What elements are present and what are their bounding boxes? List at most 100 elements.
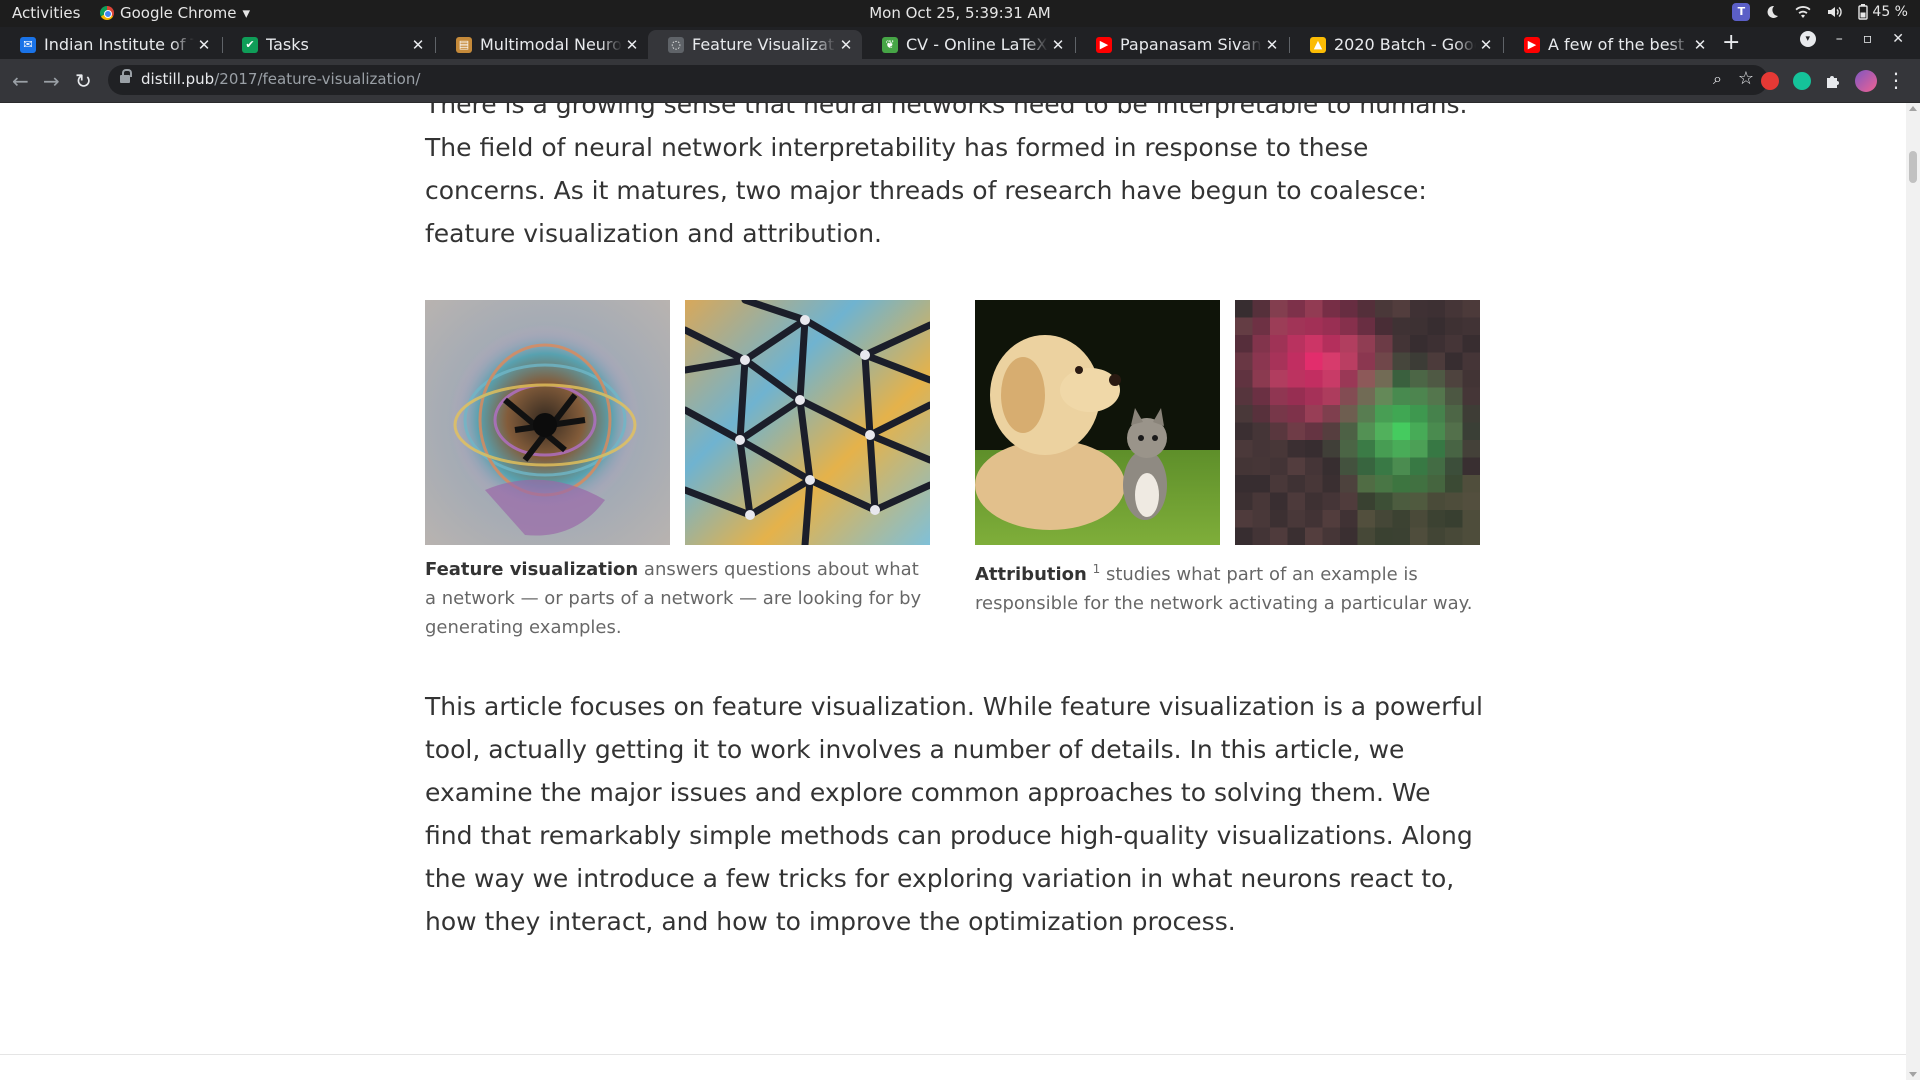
heatmap-cell [1427, 475, 1446, 493]
intro-paragraph: There is a growing sense that neural net… [425, 103, 1468, 248]
heatmap-cell [1357, 440, 1376, 458]
system-tray[interactable]: T 45 % [1732, 3, 1908, 21]
heatmap-cell [1375, 457, 1393, 476]
teams-icon[interactable]: T [1732, 3, 1751, 21]
tab-best-moments[interactable]: ▶ A few of the best moments ✕ [1504, 30, 1716, 59]
tab-strip: ✉ Indian Institute of Technology ✕ ✔ Tas… [0, 27, 1920, 59]
tab-multimodal-neurons[interactable]: ▤ Multimodal Neurons in Artificial Neura… [436, 30, 648, 59]
scrollbar-thumb[interactable] [1909, 151, 1917, 183]
heatmap-cell [1445, 457, 1463, 476]
close-window-button[interactable]: ✕ [1892, 31, 1904, 47]
heatmap-cell [1322, 352, 1341, 371]
feature-visualization-image-1 [425, 300, 670, 545]
back-button[interactable]: ← [12, 69, 29, 93]
heatmap-cell [1322, 387, 1341, 406]
heatmap-cell [1357, 492, 1376, 511]
heatmap-cell [1357, 300, 1376, 318]
close-icon[interactable]: ✕ [1690, 36, 1710, 54]
heatmap-cell [1287, 300, 1306, 318]
heatmap-cell [1340, 300, 1358, 318]
heatmap-cell [1287, 370, 1306, 388]
heatmap-cell [1427, 422, 1446, 441]
heatmap-cell [1357, 422, 1376, 441]
heatmap-cell [1305, 492, 1323, 511]
tab-indian-institute[interactable]: ✉ Indian Institute of Technology ✕ [0, 30, 220, 59]
tab-title: CV - Online LaTeX Editor [906, 35, 1048, 54]
page-scrollbar[interactable] [1906, 103, 1920, 1080]
heatmap-cell [1252, 335, 1271, 353]
heatmap-cell [1322, 300, 1341, 318]
chrome-menu-icon[interactable]: ⋮ [1886, 68, 1906, 92]
heatmap-cell [1462, 335, 1480, 353]
url-path: /2017/feature-visualization/ [214, 70, 421, 88]
heatmap-cell [1427, 440, 1446, 458]
heatmap-cell [1427, 335, 1446, 353]
extension-mic-icon[interactable] [1761, 72, 1779, 90]
tab-search-icon[interactable]: ▾ [1799, 31, 1816, 47]
heatmap-cell [1427, 300, 1446, 318]
heatmap-cell [1392, 457, 1411, 476]
heatmap-cell [1340, 422, 1358, 441]
extensions-puzzle-icon[interactable] [1824, 72, 1842, 90]
heatmap-cell [1305, 457, 1323, 476]
heatmap-cell [1375, 387, 1393, 406]
heatmap-cell [1305, 440, 1323, 458]
activities-button[interactable]: Activities [12, 4, 80, 22]
tab-tasks[interactable]: ✔ Tasks ✕ [222, 30, 434, 59]
heatmap-cell [1340, 457, 1358, 476]
attribution-caption: Attribution 1 studies what part of an ex… [975, 555, 1485, 618]
heatmap-cell [1445, 387, 1463, 406]
heatmap-cell [1305, 317, 1323, 336]
bookmark-star-icon[interactable]: ☆ [1738, 68, 1754, 89]
heatmap-cell [1322, 492, 1341, 511]
close-icon[interactable]: ✕ [1476, 36, 1496, 54]
heatmap-cell [1305, 352, 1323, 371]
heatmap-cell [1252, 492, 1271, 511]
forward-button[interactable]: → [43, 69, 60, 93]
heatmap-cell [1322, 317, 1341, 336]
tab-papanasam-sivan[interactable]: ▶ Papanasam Sivan Ragas ✕ [1076, 30, 1288, 59]
heatmap-cell [1270, 300, 1288, 318]
heatmap-cell [1322, 527, 1341, 545]
close-icon[interactable]: ✕ [194, 36, 214, 54]
address-bar[interactable]: distill.pub/2017/feature-visualization/ … [108, 65, 1768, 95]
clock[interactable]: Mon Oct 25, 5:39:31 AM [0, 4, 1920, 22]
maximize-button[interactable]: ▫ [1863, 31, 1873, 47]
heatmap-cell [1427, 387, 1446, 406]
app-menu[interactable]: Google Chrome ▾ [100, 4, 250, 22]
tab-title: Feature Visualization [692, 35, 836, 54]
battery-percent: 45 % [1872, 4, 1908, 20]
tab-cv-latex[interactable]: ❦ CV - Online LaTeX Editor ✕ [862, 30, 1074, 59]
heatmap-cell [1392, 510, 1411, 528]
close-icon[interactable]: ✕ [622, 36, 642, 54]
heatmap-cell [1270, 352, 1288, 371]
url-text[interactable]: distill.pub/2017/feature-visualization/ [141, 70, 420, 88]
puppy-kitten-photo [975, 300, 1220, 545]
heatmap-cell [1392, 335, 1411, 353]
scroll-up-icon[interactable] [1909, 106, 1917, 111]
avatar[interactable] [1855, 70, 1877, 92]
tab-2020-batch[interactable]: ▲ 2020 Batch - Google Drive ✕ [1290, 30, 1502, 59]
lock-icon[interactable] [120, 69, 132, 84]
tab-feature-visualization[interactable]: ◌ Feature Visualization ✕ [648, 30, 862, 59]
close-icon[interactable]: ✕ [1048, 36, 1068, 54]
heatmap-cell [1287, 457, 1306, 476]
heatmap-cell [1235, 422, 1253, 441]
zoom-icon[interactable]: ⌕ [1713, 69, 1722, 89]
battery-indicator: 45 % [1858, 4, 1908, 20]
close-icon[interactable]: ✕ [408, 36, 428, 54]
close-icon[interactable]: ✕ [1262, 36, 1282, 54]
extension-grammarly-icon[interactable] [1793, 72, 1811, 90]
heatmap-cell [1462, 457, 1480, 476]
heatmap-cell [1427, 370, 1446, 388]
heatmap-cell [1252, 405, 1271, 423]
minimize-button[interactable]: – [1836, 31, 1843, 47]
scroll-down-icon[interactable] [1909, 1072, 1917, 1077]
heatmap-cell [1287, 475, 1306, 493]
reload-button[interactable]: ↻ [75, 69, 92, 93]
heatmap-cell [1305, 405, 1323, 423]
new-tab-button[interactable]: + [1722, 30, 1740, 55]
heatmap-cell [1392, 422, 1411, 441]
heatmap-cell [1340, 510, 1358, 528]
close-icon[interactable]: ✕ [836, 36, 856, 54]
